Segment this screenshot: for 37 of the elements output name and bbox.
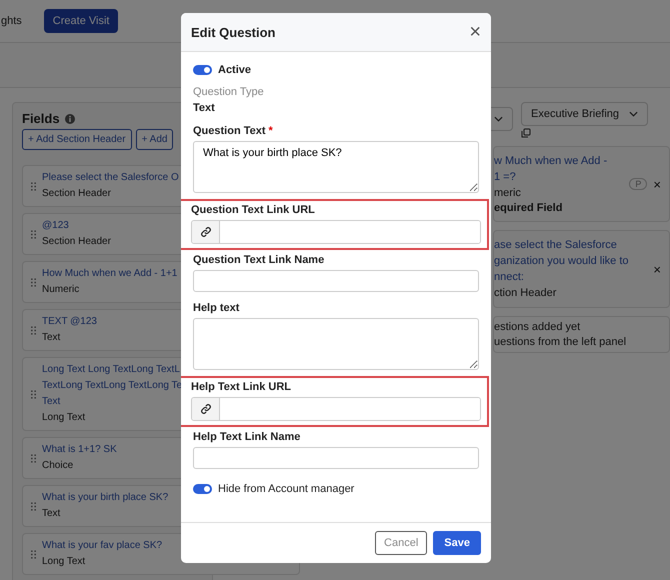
badge: P — [629, 178, 648, 190]
toggle-label: Active — [218, 64, 252, 76]
field-title: What is your fav place SK? — [42, 539, 162, 553]
question-title: 1 =? — [494, 170, 517, 184]
field-title: What is 1+1? SK — [42, 443, 117, 457]
field-type: Section Header — [42, 187, 112, 201]
field-type: Section Header — [42, 235, 111, 249]
field-title: @123 — [42, 219, 70, 233]
dialog-title: Edit Question — [191, 24, 276, 40]
question-type-label: Question Type — [193, 86, 265, 98]
question-type: meric — [494, 186, 522, 200]
required-label: equired Field — [494, 202, 564, 214]
field-type: Numeric — [42, 283, 80, 297]
empty-message: uestions from the left panel — [494, 336, 628, 348]
field-title: Please select the Salesforce O — [42, 171, 179, 185]
question-title: w Much when we Add - — [494, 154, 608, 168]
field-title: Long Text Long TextLong TextL — [42, 363, 181, 377]
field-type: Long Text — [42, 411, 86, 425]
question-type-value: Text — [193, 102, 216, 114]
empty-message: estions added yet — [494, 321, 582, 333]
field-title: TEXT @123 — [42, 315, 97, 329]
field-type: Text — [42, 331, 62, 345]
field-label: Help Text Link URL — [191, 381, 292, 394]
field-type: Long Text — [42, 555, 86, 569]
field-title: What is your birth place SK? — [42, 491, 168, 505]
fields-title: Fields — [22, 111, 60, 126]
field-title: Text — [42, 395, 62, 409]
field-type: Choice — [42, 459, 74, 473]
field-title: TextLong TextLong TextLong Te — [42, 379, 182, 393]
required-asterisk: * — [268, 125, 273, 137]
question-title: ase select the Salesforce — [494, 238, 618, 252]
field-type: Text — [42, 507, 62, 521]
field-label: Question Text * — [193, 125, 274, 138]
question-title: nnect: — [494, 270, 525, 284]
field-title: How Much when we Add - 1+1 — [42, 267, 178, 281]
question-title: ganization you would like to — [494, 254, 630, 268]
question-type: ction Header — [494, 286, 558, 300]
